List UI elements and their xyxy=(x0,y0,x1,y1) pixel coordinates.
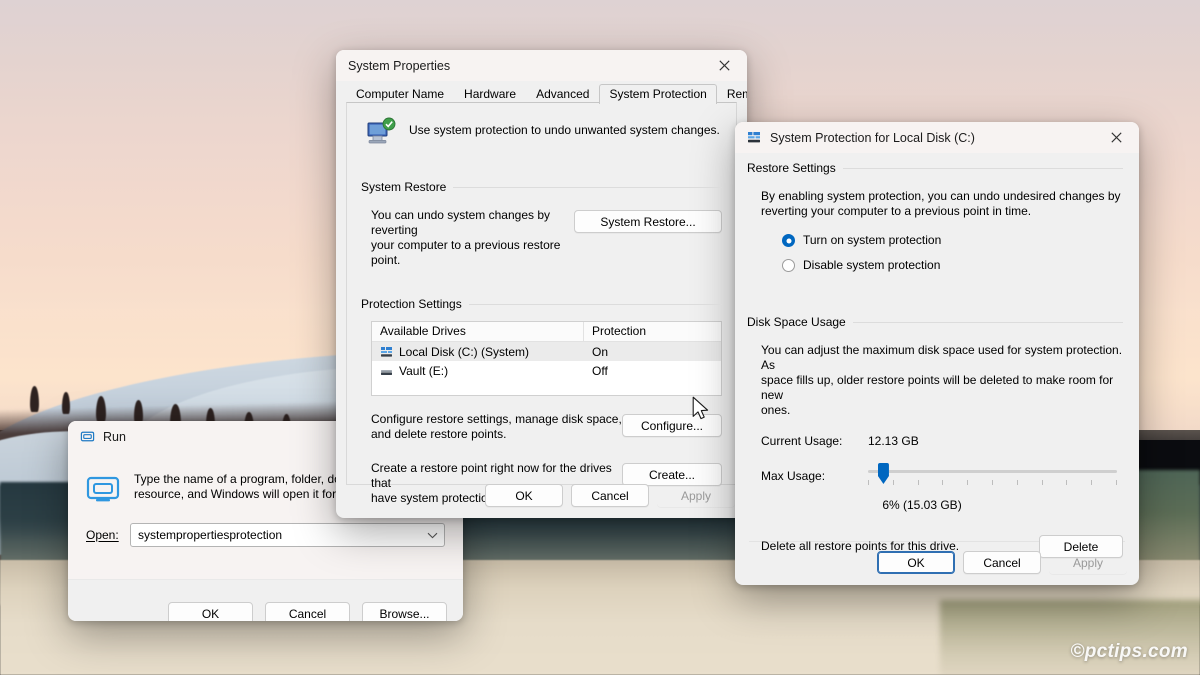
system-restore-desc-line2: your computer to a previous restore poin… xyxy=(371,238,574,268)
system-protection-header: Use system protection to undo unwanted s… xyxy=(361,117,722,148)
system-protection-footer: OK Cancel Apply xyxy=(735,542,1139,585)
chevron-down-icon[interactable] xyxy=(420,524,444,546)
system-protection-header-text: Use system protection to undo unwanted s… xyxy=(409,117,720,138)
run-ok-button[interactable]: OK xyxy=(168,602,253,621)
radio-disable-system-protection[interactable]: Disable system protection xyxy=(782,258,1123,273)
restore-settings-group-title: Restore Settings xyxy=(747,161,843,175)
run-description-line1: Type the name of a program, folder, doc xyxy=(134,472,347,487)
radio-turn-on-system-protection[interactable]: Turn on system protection xyxy=(782,233,1123,248)
radio-button-checked-icon[interactable] xyxy=(782,234,795,247)
system-properties-cancel-button[interactable]: Cancel xyxy=(571,484,649,507)
system-properties-footer: OK Cancel Apply xyxy=(336,476,747,518)
system-protection-tab-panel: Use system protection to undo unwanted s… xyxy=(346,102,737,485)
run-browse-button[interactable]: Browse... xyxy=(362,602,447,621)
protection-settings-group: Protection Settings Available Drives Pro… xyxy=(361,297,722,506)
configure-row: Configure restore settings, manage disk … xyxy=(361,396,722,442)
disk-space-usage-group-title: Disk Space Usage xyxy=(747,315,853,329)
system-restore-desc-line1: You can undo system changes by reverting xyxy=(371,208,574,238)
drive-protection-status: Off xyxy=(584,364,608,378)
restore-settings-content: By enabling system protection, you can u… xyxy=(747,175,1123,273)
close-icon[interactable] xyxy=(701,50,747,81)
system-restore-group-title: System Restore xyxy=(361,180,453,194)
computer-protection-icon xyxy=(367,117,397,148)
radio-button-unchecked-icon[interactable] xyxy=(782,259,795,272)
system-restore-button[interactable]: System Restore... xyxy=(574,210,722,233)
system-protection-body: Restore Settings By enabling system prot… xyxy=(735,153,1139,541)
hard-drive-icon xyxy=(380,365,393,377)
system-properties-apply-button: Apply xyxy=(657,484,735,507)
system-protection-title-bar: System Protection for Local Disk (C:) xyxy=(735,122,1139,153)
max-usage-value: 6% (15.03 GB) xyxy=(882,498,961,512)
column-header-protection[interactable]: Protection xyxy=(584,322,646,341)
tab-hardware[interactable]: Hardware xyxy=(454,84,526,104)
system-properties-title-bar: System Properties xyxy=(336,50,747,81)
tab-computer-name[interactable]: Computer Name xyxy=(346,84,454,104)
configure-button[interactable]: Configure... xyxy=(622,414,722,437)
close-icon[interactable] xyxy=(1093,122,1139,153)
drive-name: Local Disk (C:) (System) xyxy=(399,345,529,359)
wallpaper-shore-grass xyxy=(940,600,1200,675)
system-protection-apply-button: Apply xyxy=(1049,551,1127,574)
hard-drive-icon xyxy=(747,131,761,144)
disk-space-usage-content: You can adjust the maximum disk space us… xyxy=(747,329,1123,558)
tab-advanced[interactable]: Advanced xyxy=(526,84,599,104)
max-usage-slider[interactable] xyxy=(868,465,1117,491)
run-dialog-title: Run xyxy=(103,430,126,444)
restore-settings-group: Restore Settings By enabling system prot… xyxy=(747,161,1123,273)
max-usage-row: Max Usage: xyxy=(761,465,1123,491)
run-open-input[interactable]: systempropertiesprotection xyxy=(138,528,282,542)
restore-settings-desc-line1: By enabling system protection, you can u… xyxy=(761,189,1123,204)
configure-desc-line1: Configure restore settings, manage disk … xyxy=(371,412,622,427)
disk-space-usage-group: Disk Space Usage You can adjust the maxi… xyxy=(747,315,1123,558)
available-drives-listview[interactable]: Available Drives Protection xyxy=(371,321,722,396)
run-open-label: Open: xyxy=(86,528,130,543)
configure-desc-line2: and delete restore points. xyxy=(371,427,622,442)
current-usage-label: Current Usage: xyxy=(761,434,868,449)
system-protection-dialog-title: System Protection for Local Disk (C:) xyxy=(770,131,975,145)
run-large-icon xyxy=(86,474,120,507)
system-properties-ok-button[interactable]: OK xyxy=(485,484,563,507)
system-properties-title: System Properties xyxy=(348,59,450,73)
run-cancel-button[interactable]: Cancel xyxy=(265,602,350,621)
watermark: ©pctips.com xyxy=(1070,641,1188,663)
run-description-line2: resource, and Windows will open it for y xyxy=(134,487,347,502)
run-dialog-buttons: OK Cancel Browse... xyxy=(168,602,447,621)
run-icon xyxy=(80,429,95,444)
slider-track[interactable] xyxy=(868,470,1117,473)
current-usage-row: Current Usage: 12.13 GB xyxy=(761,434,1123,449)
radio-turn-on-label: Turn on system protection xyxy=(803,233,941,248)
system-protection-cancel-button[interactable]: Cancel xyxy=(963,551,1041,574)
table-row[interactable]: Vault (E:) Off xyxy=(372,361,721,380)
protection-settings-group-title: Protection Settings xyxy=(361,297,469,311)
listview-header: Available Drives Protection xyxy=(372,322,721,342)
disk-space-desc-line1: You can adjust the maximum disk space us… xyxy=(761,343,1123,373)
disk-space-desc-line3: ones. xyxy=(761,403,1123,418)
system-restore-row: You can undo system changes by reverting… xyxy=(361,194,722,268)
tab-remote[interactable]: Remote xyxy=(717,84,747,104)
column-header-available-drives[interactable]: Available Drives xyxy=(372,322,584,341)
drive-name: Vault (E:) xyxy=(399,364,448,378)
slider-ticks xyxy=(868,480,1117,486)
system-protection-ok-button[interactable]: OK xyxy=(877,551,955,574)
drive-protection-status: On xyxy=(584,345,608,359)
run-dialog-footer: OK Cancel Browse... xyxy=(68,579,463,621)
restore-settings-desc-line2: reverting your computer to a previous po… xyxy=(761,204,1123,219)
tab-system-protection[interactable]: System Protection xyxy=(599,84,716,104)
wallpaper-tree xyxy=(62,392,70,414)
current-usage-value: 12.13 GB xyxy=(868,434,919,449)
radio-disable-label: Disable system protection xyxy=(803,258,940,273)
table-row[interactable]: Local Disk (C:) (System) On xyxy=(372,342,721,361)
run-open-combobox[interactable]: systempropertiesprotection xyxy=(130,523,445,547)
hard-drive-icon xyxy=(380,346,393,358)
system-restore-group: System Restore You can undo system chang… xyxy=(361,180,722,268)
disk-space-desc-line2: space fills up, older restore points wil… xyxy=(761,373,1123,403)
system-properties-tabs[interactable]: Computer Name Hardware Advanced System P… xyxy=(336,81,747,103)
system-properties-dialog[interactable]: System Properties Computer Name Hardware… xyxy=(336,50,747,518)
system-protection-dialog[interactable]: System Protection for Local Disk (C:) Re… xyxy=(735,122,1139,585)
max-usage-label: Max Usage: xyxy=(761,465,868,484)
